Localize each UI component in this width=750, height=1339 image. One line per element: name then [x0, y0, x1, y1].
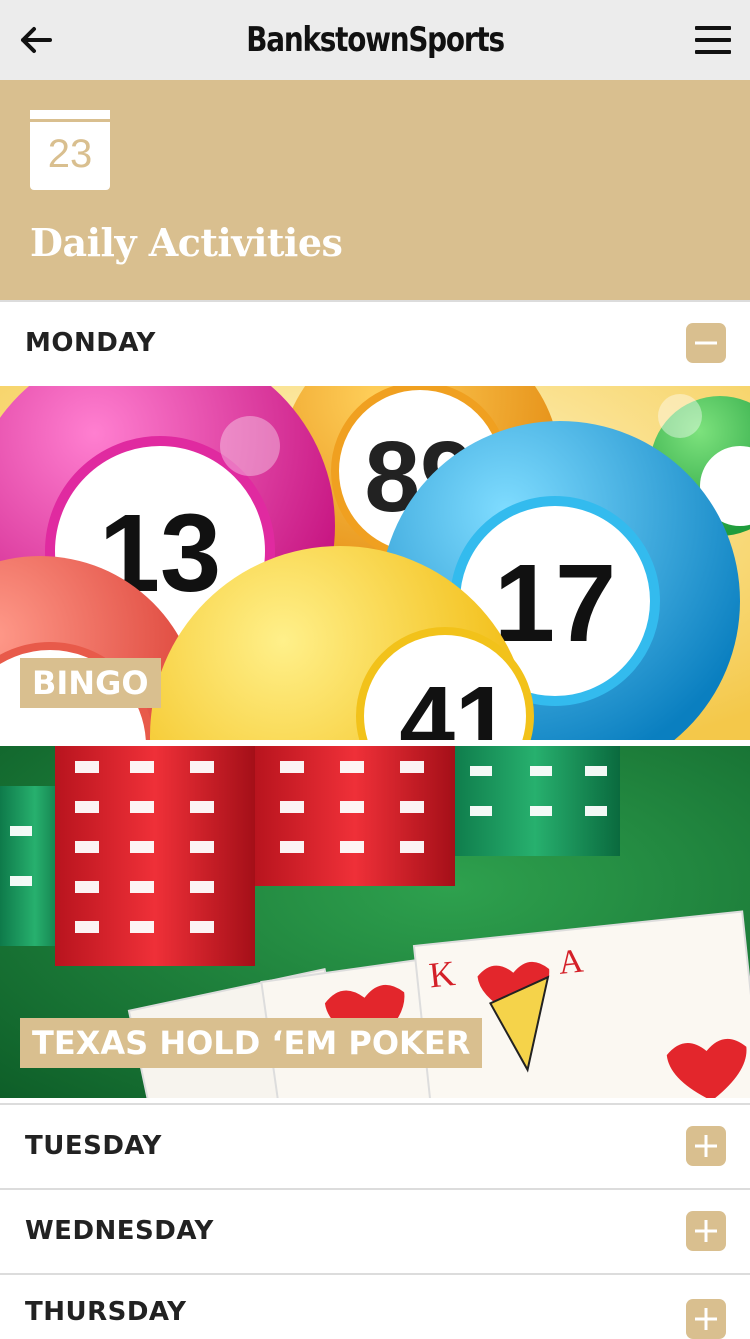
hamburger-menu-icon	[695, 26, 731, 54]
page-title: Daily Activities	[30, 220, 343, 265]
activity-label: TEXAS HOLD ‘EM POKER	[20, 1018, 483, 1068]
day-row-tuesday[interactable]: TUESDAY	[0, 1103, 750, 1187]
menu-button[interactable]	[694, 22, 732, 58]
plus-icon	[695, 1220, 717, 1242]
expand-button[interactable]	[686, 1211, 726, 1251]
calendar-icon: 23	[30, 110, 110, 190]
back-button[interactable]	[20, 22, 54, 58]
ball-number-17: 17	[494, 542, 616, 665]
plus-icon	[695, 1308, 717, 1330]
plus-icon	[695, 1135, 717, 1157]
card-letter-a: A	[557, 942, 586, 981]
page-header: 23 Daily Activities	[0, 80, 750, 300]
day-label: THURSDAY	[25, 1297, 187, 1327]
activity-card-bingo[interactable]: 89 13 17 41 BINGO	[0, 386, 750, 740]
activity-card-poker[interactable]: K A TEXAS HOLD ‘EM POKER	[0, 746, 750, 1098]
day-label: WEDNESDAY	[25, 1216, 214, 1246]
day-row-wednesday[interactable]: WEDNESDAY	[0, 1188, 750, 1272]
day-label: MONDAY	[25, 328, 156, 358]
expand-button[interactable]	[686, 1299, 726, 1339]
activity-label: BINGO	[20, 658, 161, 708]
collapse-button[interactable]	[686, 323, 726, 363]
day-row-monday[interactable]: MONDAY	[0, 300, 750, 384]
card-letter-k: K	[427, 953, 457, 995]
top-bar: BankstownSports	[0, 0, 750, 80]
day-row-thursday[interactable]: THURSDAY	[0, 1273, 750, 1339]
day-label: TUESDAY	[25, 1131, 162, 1161]
minus-icon	[695, 341, 717, 345]
calendar-day-number: 23	[47, 132, 93, 176]
ball-number-41: 41	[399, 666, 510, 740]
expand-button[interactable]	[686, 1126, 726, 1166]
arrow-left-icon	[21, 27, 52, 53]
brand-logo[interactable]: BankstownSports	[246, 20, 505, 60]
